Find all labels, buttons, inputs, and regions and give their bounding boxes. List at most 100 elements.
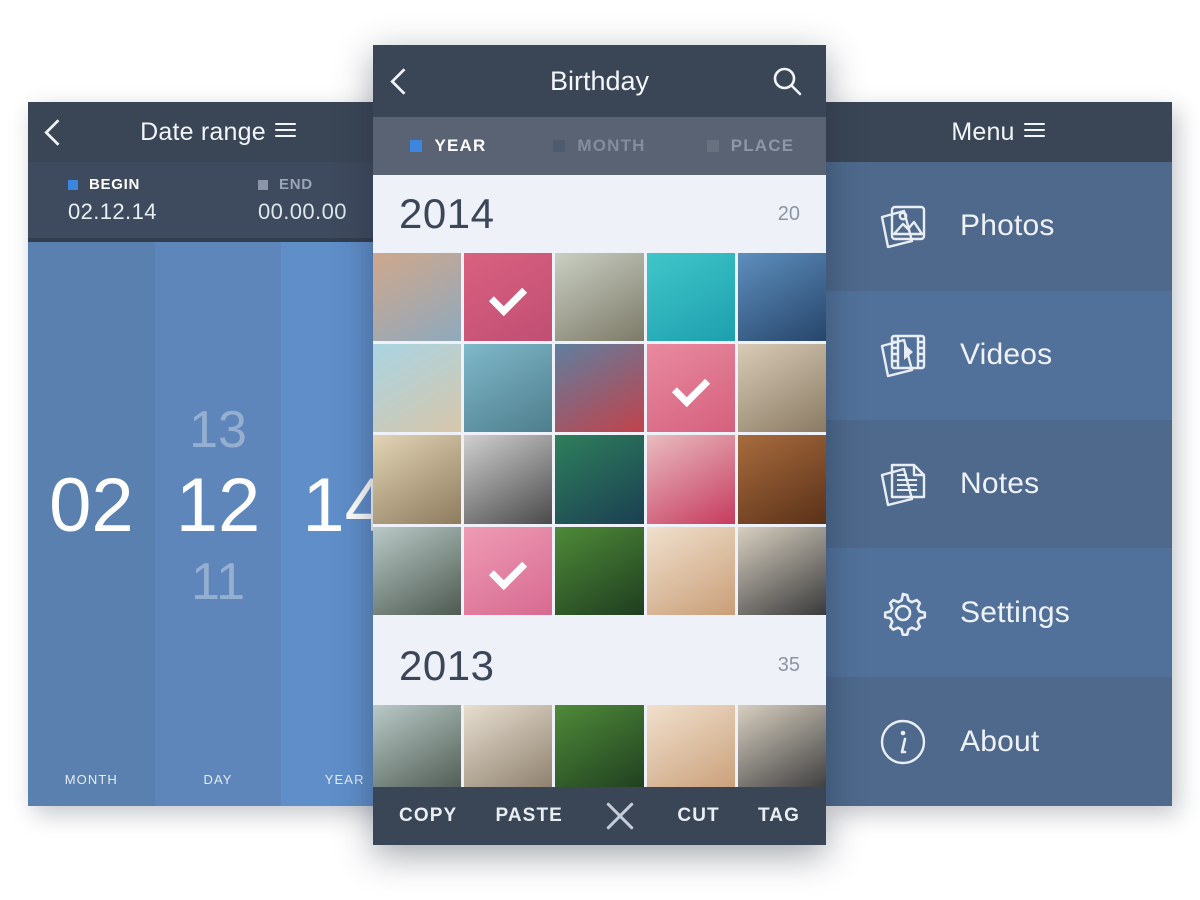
back-button[interactable]: [373, 45, 433, 117]
tab-label: MONTH: [577, 136, 646, 155]
menu-item-label: Notes: [960, 466, 1040, 500]
wheel-footer-labels: MONTH DAY YEAR: [28, 770, 408, 806]
menu-item-about[interactable]: About: [824, 677, 1172, 806]
back-button[interactable]: [28, 102, 86, 162]
photo-thumbnail: [646, 704, 735, 787]
photo-cell[interactable]: [737, 253, 826, 342]
menu-title-text: Menu: [951, 117, 1015, 146]
photo-cell[interactable]: [555, 253, 644, 342]
day-wheel[interactable]: 13 12 11: [154, 242, 282, 770]
album-scroll-area[interactable]: 2014 20 2013 35: [373, 175, 826, 787]
photo-cell[interactable]: [555, 704, 644, 787]
photo-cell[interactable]: [737, 344, 826, 433]
photo-thumbnail: [464, 344, 553, 433]
action-toolbar: COPY PASTE CUT TAG: [373, 787, 826, 845]
photo-cell[interactable]: [646, 704, 735, 787]
date-range-navbar: Date range: [28, 102, 408, 162]
photo-cell[interactable]: [464, 704, 553, 787]
month-wheel[interactable]: 02: [28, 242, 155, 770]
tab-dot-icon: [410, 140, 423, 152]
menu-title: Menu: [824, 118, 1172, 147]
range-begin[interactable]: BEGIN 02.12.14: [28, 162, 218, 242]
photo-cell[interactable]: [646, 344, 735, 433]
year-header-2013: 2013 35: [373, 626, 826, 705]
gear-icon: [872, 582, 934, 644]
photo-cell[interactable]: [464, 526, 553, 615]
photo-thumbnail: [555, 344, 644, 433]
close-button[interactable]: [601, 797, 639, 835]
hamburger-icon[interactable]: [1023, 122, 1045, 138]
photo-cell[interactable]: [737, 526, 826, 615]
photo-thumbnail: [464, 704, 553, 787]
menu-item-notes[interactable]: Notes: [824, 419, 1172, 549]
date-range-title-text: Date range: [140, 117, 266, 146]
photo-thumbnail: [737, 704, 826, 787]
birthday-navbar: Birthday: [373, 45, 826, 117]
photo-cell[interactable]: [737, 704, 826, 787]
copy-button[interactable]: COPY: [399, 805, 457, 827]
year-count: 20: [777, 202, 800, 225]
videos-icon: [872, 324, 934, 386]
birthday-album-panel: Birthday YEAR MONTH PLACE 2014 20 2013 3…: [373, 45, 826, 845]
birthday-title-text: Birthday: [549, 65, 650, 96]
photo-thumbnail: [373, 435, 462, 524]
screenshot-canvas: Date range BEGIN 02.12.14 END 00.00.00 0…: [0, 0, 1200, 900]
tag-button[interactable]: TAG: [758, 805, 800, 827]
tab-month[interactable]: MONTH: [524, 136, 675, 156]
tab-dot-icon: [706, 140, 719, 152]
photo-thumbnail: [737, 435, 826, 524]
wheel-footer-day: DAY: [154, 770, 282, 806]
day-wheel-above: 13: [189, 400, 247, 459]
search-button[interactable]: [770, 64, 804, 98]
menu-item-label: Videos: [960, 338, 1053, 372]
menu-navbar: Menu: [824, 102, 1172, 162]
cut-button[interactable]: CUT: [677, 805, 719, 827]
photo-cell[interactable]: [373, 253, 462, 342]
photo-cell[interactable]: [373, 435, 462, 524]
photo-cell[interactable]: [373, 526, 462, 615]
tab-place[interactable]: PLACE: [675, 136, 826, 156]
menu-item-photos[interactable]: Photos: [824, 162, 1172, 291]
photo-thumbnail: [737, 253, 826, 342]
photo-cell[interactable]: [555, 344, 644, 433]
year-count: 35: [777, 654, 800, 677]
search-icon: [773, 67, 802, 96]
photo-cell[interactable]: [555, 435, 644, 524]
photo-cell[interactable]: [464, 435, 553, 524]
photo-cell[interactable]: [555, 526, 644, 615]
photo-cell[interactable]: [646, 526, 735, 615]
photo-thumbnail: [737, 526, 826, 615]
photo-cell[interactable]: [646, 435, 735, 524]
chevron-left-icon: [43, 118, 71, 146]
photo-cell[interactable]: [646, 253, 735, 342]
tab-year[interactable]: YEAR: [373, 136, 524, 156]
menu-list: Photos Videos Notes Settings About: [824, 162, 1172, 806]
photo-grid-2014: [373, 253, 826, 615]
photo-cell[interactable]: [373, 344, 462, 433]
photo-thumbnail: [646, 526, 735, 615]
photo-thumbnail: [646, 253, 735, 342]
end-dot-icon: [258, 179, 268, 190]
chevron-left-icon: [389, 67, 417, 95]
end-label: END: [279, 176, 313, 193]
menu-item-label: Photos: [960, 209, 1055, 243]
year-label: 2013: [399, 641, 495, 689]
menu-item-settings[interactable]: Settings: [824, 548, 1172, 678]
photo-thumbnail: [373, 344, 462, 433]
photo-thumbnail: [555, 526, 644, 615]
begin-label: BEGIN: [89, 176, 141, 193]
menu-item-videos[interactable]: Videos: [824, 290, 1172, 420]
photo-cell[interactable]: [464, 344, 553, 433]
hamburger-icon[interactable]: [274, 122, 296, 138]
photo-cell[interactable]: [373, 704, 462, 787]
day-wheel-selected: 12: [175, 462, 261, 548]
menu-item-label: Settings: [960, 595, 1070, 629]
year-label: 2014: [399, 190, 495, 237]
tab-label: PLACE: [730, 136, 795, 155]
photo-grid-2013: [373, 704, 826, 787]
paste-button[interactable]: PASTE: [495, 805, 562, 827]
menu-panel: Menu Photos Videos Notes Settings About: [824, 102, 1172, 806]
photo-cell[interactable]: [737, 435, 826, 524]
photo-cell[interactable]: [464, 253, 553, 342]
day-wheel-below: 11: [191, 553, 245, 612]
